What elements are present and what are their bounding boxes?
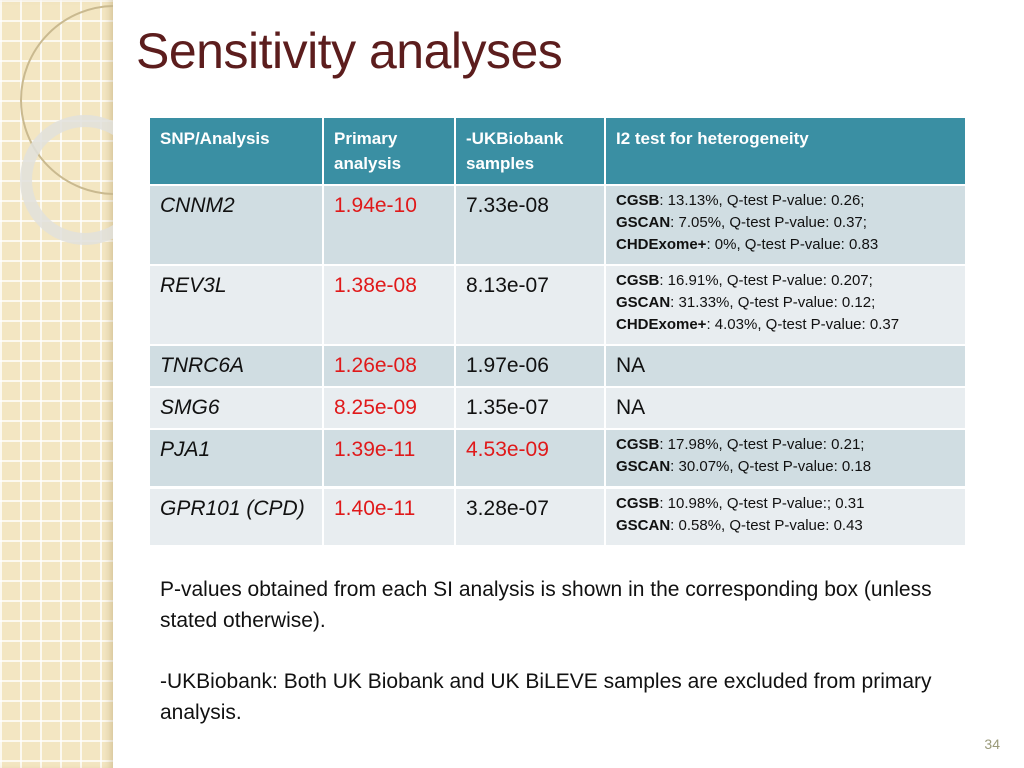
- i2-value: : 0%, Q-test P-value: 0.83: [706, 236, 879, 253]
- header-snp: SNP/Analysis: [150, 118, 324, 185]
- i2-cell: NA: [605, 386, 965, 429]
- i2-line: CHDExome+: 0%, Q-test P-value: 0.83: [616, 234, 955, 256]
- i2-value: : 31.33%, Q-test P-value: 0.12;: [670, 294, 876, 311]
- snp-cell: REV3L: [150, 264, 324, 345]
- cohort-label: CHDExome+: [616, 236, 707, 253]
- snp-cell: TNRC6A: [150, 344, 324, 387]
- i2-line: CGSB: 13.13%, Q-test P-value: 0.26;: [616, 190, 955, 212]
- primary-cell: 1.26e-08: [323, 344, 456, 387]
- cohort-label: CGSB: [616, 495, 660, 512]
- i2-value: : 0.58%, Q-test P-value: 0.43: [670, 517, 863, 534]
- i2-value: : 30.07%, Q-test P-value: 0.18: [670, 458, 872, 475]
- table-row: GPR101 (CPD) 1.40e-11 3.28e-07 CGSB: 10.…: [150, 486, 965, 545]
- cohort-label: CGSB: [616, 436, 660, 453]
- i2-line: GSCAN: 7.05%, Q-test P-value: 0.37;: [616, 212, 955, 234]
- table-row: PJA1 1.39e-11 4.53e-09 CGSB: 17.98%, Q-t…: [150, 428, 965, 488]
- ukbiobank-cell: 4.53e-09: [455, 428, 606, 488]
- snp-cell: GPR101 (CPD): [150, 486, 324, 545]
- primary-cell: 8.25e-09: [323, 386, 456, 429]
- ukbiobank-cell: 7.33e-08: [455, 184, 606, 265]
- footnote-ukbiobank: -UKBiobank: Both UK Biobank and UK BiLEV…: [160, 670, 932, 724]
- i2-line: CGSB: 17.98%, Q-test P-value: 0.21;: [616, 434, 955, 456]
- i2-value: : 7.05%, Q-test P-value: 0.37;: [670, 214, 867, 231]
- footnote-pvalues: P-values obtained from each SI analysis …: [160, 578, 932, 632]
- i2-line: CGSB: 10.98%, Q-test P-value:; 0.31: [616, 493, 955, 515]
- slide-title: Sensitivity analyses: [136, 23, 563, 79]
- header-ukbiobank: -UKBiobank samples: [455, 118, 606, 185]
- cohort-label: CHDExome+: [616, 316, 707, 333]
- primary-cell: 1.39e-11: [323, 428, 456, 488]
- i2-line: GSCAN: 31.33%, Q-test P-value: 0.12;: [616, 292, 955, 314]
- page-number: 34: [984, 736, 1000, 752]
- ukbiobank-cell: 8.13e-07: [455, 264, 606, 345]
- i2-value: : 17.98%, Q-test P-value: 0.21;: [659, 436, 865, 453]
- primary-cell: 1.40e-11: [323, 486, 456, 545]
- cohort-label: GSCAN: [616, 458, 671, 475]
- table-row: TNRC6A 1.26e-08 1.97e-06 NA: [150, 344, 965, 387]
- header-primary: Primary analysis: [323, 118, 456, 185]
- primary-cell: 1.38e-08: [323, 264, 456, 345]
- cohort-label: GSCAN: [616, 517, 671, 534]
- i2-value: : 10.98%, Q-test P-value:; 0.31: [659, 495, 865, 512]
- ukbiobank-cell: 3.28e-07: [455, 486, 606, 545]
- i2-cell: CGSB: 13.13%, Q-test P-value: 0.26; GSCA…: [605, 184, 965, 265]
- cohort-label: CGSB: [616, 192, 660, 209]
- i2-value: : 16.91%, Q-test P-value: 0.207;: [659, 272, 873, 289]
- i2-cell: CGSB: 16.91%, Q-test P-value: 0.207; GSC…: [605, 264, 965, 345]
- table-row: CNNM2 1.94e-10 7.33e-08 CGSB: 13.13%, Q-…: [150, 184, 965, 265]
- i2-line: CGSB: 16.91%, Q-test P-value: 0.207;: [616, 270, 955, 292]
- cohort-label: GSCAN: [616, 214, 671, 231]
- snp-cell: SMG6: [150, 386, 324, 429]
- cohort-label: GSCAN: [616, 294, 671, 311]
- ukbiobank-cell: 1.35e-07: [455, 386, 606, 429]
- snp-cell: PJA1: [150, 428, 324, 488]
- cohort-label: CGSB: [616, 272, 660, 289]
- ukbiobank-cell: 1.97e-06: [455, 344, 606, 387]
- table-row: REV3L 1.38e-08 8.13e-07 CGSB: 16.91%, Q-…: [150, 264, 965, 345]
- primary-cell: 1.94e-10: [323, 184, 456, 265]
- table-header-row: SNP/Analysis Primary analysis -UKBiobank…: [150, 118, 965, 185]
- i2-value: : 4.03%, Q-test P-value: 0.37: [706, 316, 900, 333]
- i2-cell: CGSB: 10.98%, Q-test P-value:; 0.31 GSCA…: [605, 486, 965, 545]
- sensitivity-table: SNP/Analysis Primary analysis -UKBiobank…: [150, 118, 965, 545]
- i2-cell: CGSB: 17.98%, Q-test P-value: 0.21; GSCA…: [605, 428, 965, 488]
- snp-cell: CNNM2: [150, 184, 324, 265]
- i2-cell: NA: [605, 344, 965, 387]
- footnotes: P-values obtained from each SI analysis …: [160, 574, 960, 758]
- i2-line: CHDExome+: 4.03%, Q-test P-value: 0.37: [616, 314, 955, 336]
- i2-line: GSCAN: 30.07%, Q-test P-value: 0.18: [616, 456, 955, 478]
- i2-line: GSCAN: 0.58%, Q-test P-value: 0.43: [616, 515, 955, 537]
- i2-value: : 13.13%, Q-test P-value: 0.26;: [659, 192, 865, 209]
- header-i2: I2 test for heterogeneity: [605, 118, 965, 185]
- decorative-sidebar: [0, 0, 113, 768]
- table-row: SMG6 8.25e-09 1.35e-07 NA: [150, 386, 965, 429]
